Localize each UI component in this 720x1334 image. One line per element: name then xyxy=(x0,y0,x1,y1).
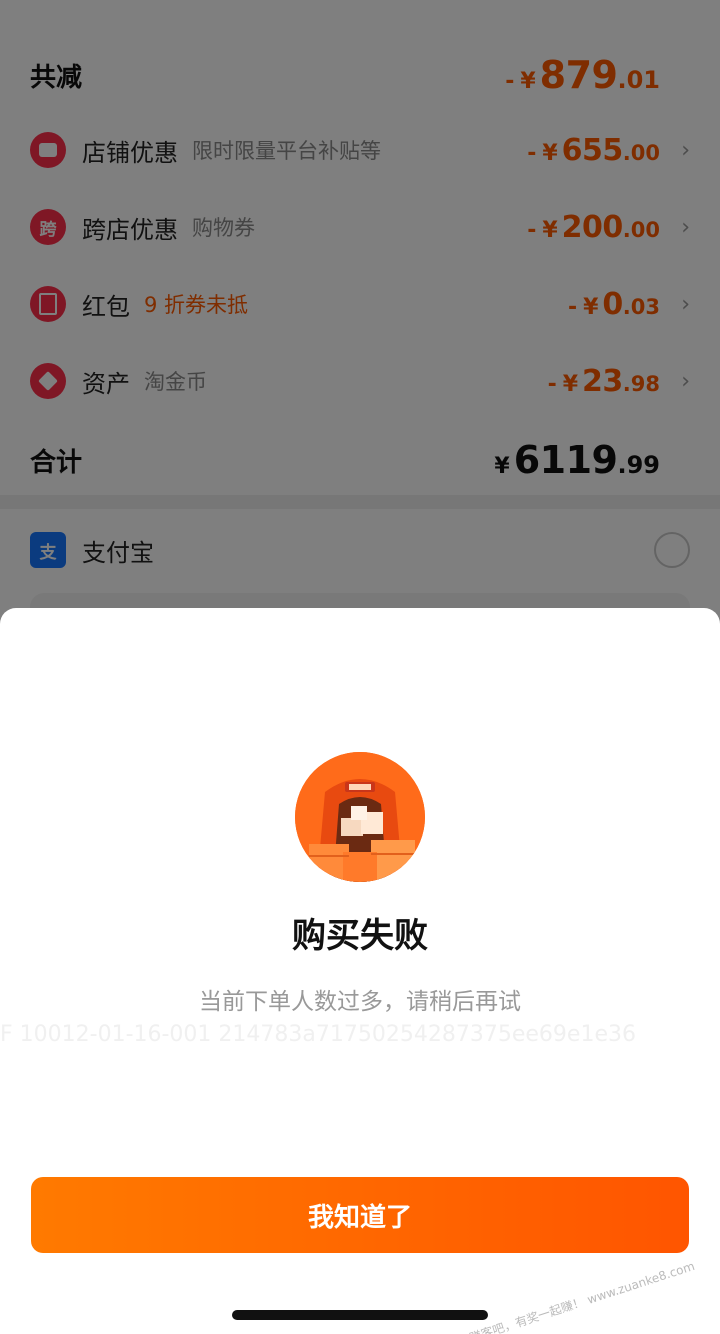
dialog-watermark: F 10012-01-16-001 214783a71750254287375e… xyxy=(0,1022,636,1047)
checkout-screen: 共减 - ¥ 879 .01 › 店铺优惠 限时限量平台补贴等 - ¥ 655 … xyxy=(0,0,720,1334)
dialog-message: 当前下单人数过多，请稍后再试 xyxy=(199,989,521,1015)
home-indicator[interactable] xyxy=(232,1310,488,1320)
purchase-failed-dialog: 购买失败 当前下单人数过多，请稍后再试 F 10012-01-16-001 21… xyxy=(0,608,720,1334)
delivery-truck-illustration-icon xyxy=(295,752,425,882)
dialog-title: 购买失败 xyxy=(292,916,428,956)
acknowledge-button[interactable]: 我知道了 xyxy=(31,1177,689,1253)
site-watermark: 赚客吧，有奖一起赚！ www.zuanke8.com xyxy=(467,1258,697,1334)
